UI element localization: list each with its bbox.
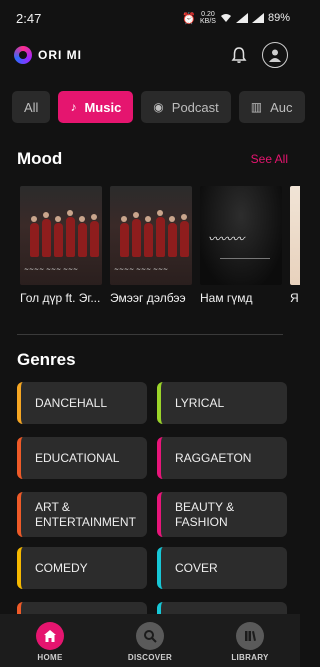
nav-home-label: HOME xyxy=(37,652,63,662)
mood-section-title: Mood xyxy=(17,149,63,168)
see-all-link[interactable]: See All xyxy=(251,152,288,166)
nav-discover-label: DISCOVER xyxy=(127,652,173,662)
tab-all[interactable]: All xyxy=(12,91,51,123)
tab-music-label: Music xyxy=(84,99,122,115)
signal-icon-2 xyxy=(251,13,264,23)
bottom-nav: HOME DISCOVER LIBRARY xyxy=(0,614,300,667)
genres-section-title: Genres xyxy=(17,350,76,369)
genre-educational[interactable]: EDUCATIONAL xyxy=(17,437,147,479)
mood-card-title: Эмээг дэлбээ xyxy=(110,291,186,305)
mood-cover-image: ~~~~ ~~~ ~~~ xyxy=(20,186,102,285)
avatar[interactable] xyxy=(262,42,288,68)
nav-library[interactable]: LIBRARY xyxy=(210,621,290,662)
tab-music[interactable]: ♪ Music xyxy=(58,91,134,123)
mood-carousel: ~~~~ ~~~ ~~~ Гол дүр ft. Эг... ~~~~ ~~~ … xyxy=(20,186,300,305)
logo-text: ORI MI xyxy=(38,48,82,62)
network-speed: 0.20 KB/S xyxy=(200,11,216,25)
network-speed-value: 0.20 xyxy=(201,11,215,18)
status-icons: ⏰ 0.20 KB/S 89% xyxy=(182,11,290,25)
music-note-icon: ♪ xyxy=(70,100,77,114)
mood-card[interactable]: Я xyxy=(290,186,300,305)
nav-home[interactable]: HOME xyxy=(10,621,90,662)
mood-card-title: Я xyxy=(290,291,299,305)
genre-beauty-fashion[interactable]: BEAUTY & FASHION xyxy=(157,492,287,537)
section-divider xyxy=(17,334,283,335)
genre-cover[interactable]: COVER xyxy=(157,547,287,589)
genre-lyrical[interactable]: LYRICAL xyxy=(157,382,287,424)
genre-dancehall[interactable]: DANCEHALL xyxy=(17,382,147,424)
nav-discover[interactable]: DISCOVER xyxy=(110,621,190,662)
genre-art-entertainment[interactable]: ART & ENTERTAINMENT xyxy=(17,492,147,537)
search-icon xyxy=(136,621,164,650)
app-header: ORI MI xyxy=(0,36,300,74)
network-speed-unit: KB/S xyxy=(200,18,216,25)
alarm-icon: ⏰ xyxy=(182,12,197,25)
tab-all-label: All xyxy=(24,99,39,115)
app-logo[interactable]: ORI MI xyxy=(14,46,82,64)
bell-icon[interactable] xyxy=(230,46,248,64)
tab-podcast[interactable]: ◉ Podcast xyxy=(141,91,231,123)
mood-card[interactable]: 〰〰〰 Нам гүмд xyxy=(200,186,282,305)
mood-cover-image: 〰〰〰 xyxy=(200,186,282,285)
mood-cover-image xyxy=(290,186,300,285)
mood-card-title: Нам гүмд xyxy=(200,291,253,305)
tab-audiobook[interactable]: ▥ Auc xyxy=(238,91,305,123)
genre-raggaeton[interactable]: RAGGAETON xyxy=(157,437,287,479)
mood-cover-image: ~~~~ ~~~ ~~~ xyxy=(110,186,192,285)
wifi-icon xyxy=(220,14,231,22)
mood-card[interactable]: ~~~~ ~~~ ~~~ Гол дүр ft. Эг... xyxy=(20,186,102,305)
tab-podcast-label: Podcast xyxy=(171,99,219,115)
library-icon xyxy=(236,621,264,650)
tab-audiobook-label: Auc xyxy=(270,99,293,115)
book-icon: ▥ xyxy=(250,100,263,114)
user-icon xyxy=(269,49,281,62)
signal-icon xyxy=(235,13,248,23)
nav-library-label: LIBRARY xyxy=(231,652,269,662)
podcast-icon: ◉ xyxy=(153,100,164,114)
category-tabs: All ♪ Music ◉ Podcast ▥ Auc xyxy=(12,91,312,123)
mood-card[interactable]: ~~~~ ~~~ ~~~ Эмээг дэлбээ xyxy=(110,186,192,305)
battery-percent: 89% xyxy=(267,12,290,24)
mood-card-title: Гол дүр ft. Эг... xyxy=(20,291,101,305)
status-bar: 2:47 ⏰ 0.20 KB/S 89% xyxy=(0,0,300,36)
logo-icon xyxy=(14,46,32,64)
status-time: 2:47 xyxy=(16,10,42,26)
home-icon xyxy=(36,621,64,650)
genre-comedy[interactable]: COMEDY xyxy=(17,547,147,589)
